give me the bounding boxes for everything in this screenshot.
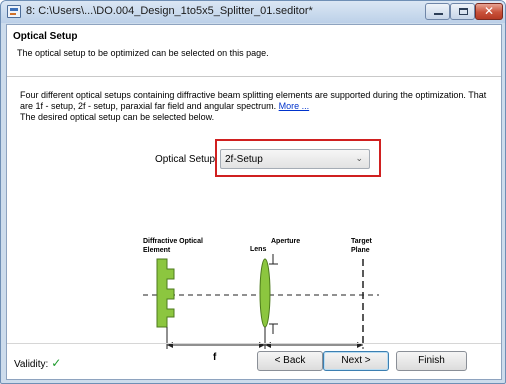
close-button[interactable]: ✕: [475, 3, 503, 20]
doe-element: [156, 258, 175, 328]
app-icon: [7, 5, 21, 18]
window-title: 8: C:\Users\...\DO.004_Design_1to5x5_Spl…: [26, 5, 313, 17]
page-title: Optical Setup: [13, 31, 78, 42]
target-label-line1: Target: [351, 238, 373, 245]
maximize-button[interactable]: [450, 3, 475, 20]
close-icon: ✕: [483, 4, 495, 18]
optical-setup-value: 2f-Setup: [225, 154, 263, 165]
checkmark-icon: ✓: [51, 356, 62, 370]
wizard-window: 8: C:\Users\...\DO.004_Design_1to5x5_Spl…: [0, 0, 506, 384]
title-bar[interactable]: 8: C:\Users\...\DO.004_Design_1to5x5_Spl…: [1, 1, 505, 23]
more-link[interactable]: More ...: [279, 101, 310, 111]
lens-element: [259, 258, 271, 328]
doe-label-line2: Element: [143, 247, 171, 254]
optical-setup-dropdown[interactable]: 2f-Setup ⌄: [220, 149, 370, 169]
finish-button[interactable]: Finish: [396, 351, 467, 371]
back-button[interactable]: < Back: [257, 351, 323, 371]
wizard-page: Optical Setup The optical setup to be op…: [6, 24, 502, 380]
minimize-icon: [434, 13, 443, 15]
page-subtitle: The optical setup to be optimized can be…: [17, 48, 269, 58]
validity-status: Validity: ✓: [14, 356, 61, 370]
description-line2: The desired optical setup can be selecte…: [20, 112, 215, 122]
validity-label: Validity:: [14, 359, 49, 370]
target-label-line2: Plane: [351, 247, 370, 254]
chevron-down-icon: ⌄: [355, 153, 363, 163]
maximize-icon: [459, 8, 468, 15]
description-text: Four different optical setups containing…: [20, 90, 487, 111]
page-header: Optical Setup The optical setup to be op…: [7, 25, 501, 77]
lens-label: Lens: [250, 246, 266, 253]
description: Four different optical setups containing…: [20, 90, 490, 123]
next-button[interactable]: Next >: [323, 351, 389, 371]
minimize-button[interactable]: [425, 3, 450, 20]
aperture-label: Aperture: [271, 238, 300, 245]
doe-label-line1: Diffractive Optical: [143, 238, 203, 245]
setup-diagram: Diffractive Optical Element Lens Apertur…: [143, 238, 379, 363]
optical-setup-label: Optical Setup: [155, 154, 216, 165]
distance-label-1: f: [213, 352, 217, 363]
footer-divider: [7, 343, 501, 344]
